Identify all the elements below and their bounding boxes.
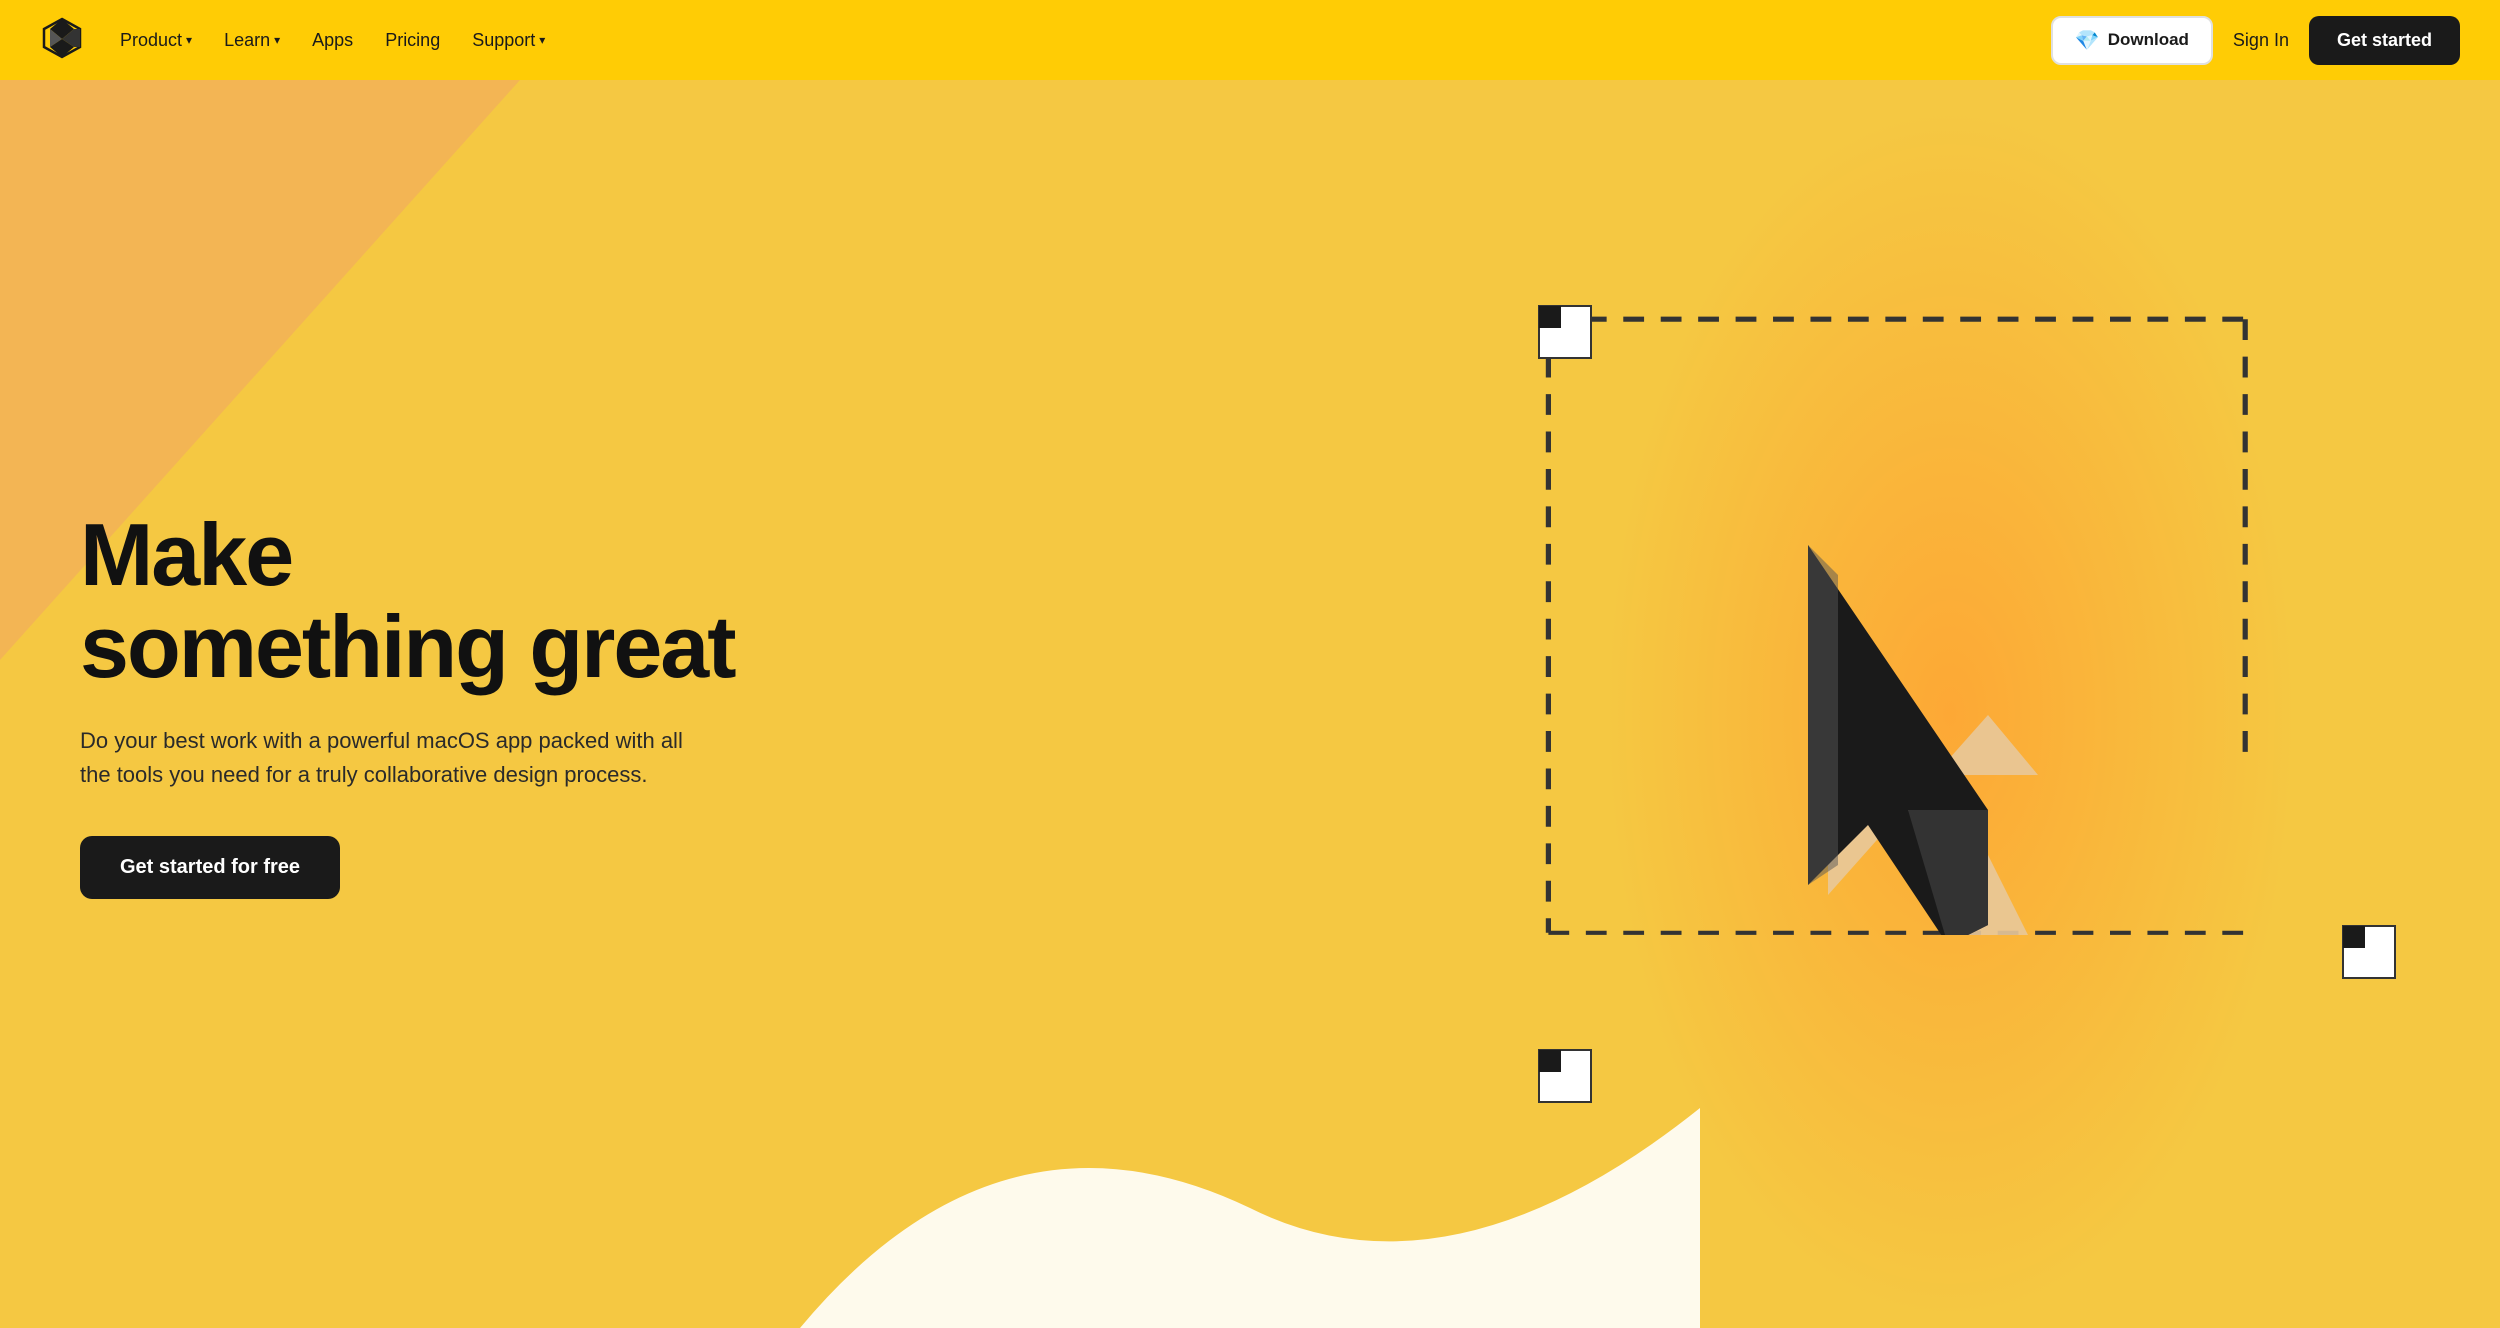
nav-product[interactable]: Product ▾ <box>120 30 192 51</box>
getstarted-button[interactable]: Get started <box>2309 16 2460 65</box>
handle-cube-bottomleft <box>1538 1049 1592 1103</box>
handle-cube-topleft <box>1538 305 1592 359</box>
logo[interactable] <box>40 16 84 65</box>
nav-learn[interactable]: Learn ▾ <box>224 30 280 51</box>
nav-links: Product ▾ Learn ▾ Apps Pricing Support ▾ <box>120 30 545 51</box>
hero-subtitle: Do your best work with a powerful macOS … <box>80 724 710 792</box>
learn-chevron-icon: ▾ <box>274 33 280 47</box>
download-button[interactable]: 💎 Download <box>2051 16 2213 65</box>
handle-cube-bottomright <box>2342 925 2396 979</box>
cta-button[interactable]: Get started for free <box>80 836 340 899</box>
product-chevron-icon: ▾ <box>186 33 192 47</box>
cursor-illustration <box>1748 515 2088 935</box>
sketch-gem-icon: 💎 <box>2075 28 2100 53</box>
nav-support[interactable]: Support ▾ <box>472 30 545 51</box>
hero-content: Make something great Do your best work w… <box>0 509 735 899</box>
nav-apps[interactable]: Apps <box>312 30 353 51</box>
hero-illustration <box>1200 80 2500 1328</box>
nav-left: Product ▾ Learn ▾ Apps Pricing Support ▾ <box>40 16 545 65</box>
nav-pricing[interactable]: Pricing <box>385 30 440 51</box>
signin-button[interactable]: Sign In <box>2233 30 2289 51</box>
support-chevron-icon: ▾ <box>539 33 545 47</box>
hero-title: Make something great <box>80 509 735 694</box>
nav-right: 💎 Download Sign In Get started <box>2051 16 2460 65</box>
hero-section: Make something great Do your best work w… <box>0 0 2500 1328</box>
illustration-inner <box>1200 80 2500 1328</box>
navbar: Product ▾ Learn ▾ Apps Pricing Support ▾… <box>0 0 2500 80</box>
